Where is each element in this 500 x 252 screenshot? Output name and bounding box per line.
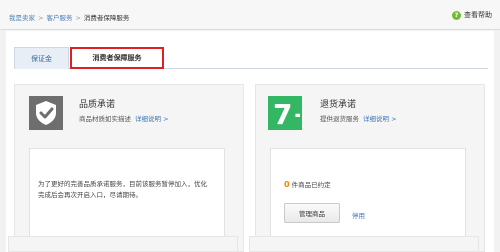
help-link[interactable]: ? 查看帮助 — [452, 10, 492, 20]
breadcrumb-separator: > — [38, 14, 44, 22]
top-bar: 我是卖家 > 客户服务 > 消费者保障服务 ? 查看帮助 — [0, 0, 500, 30]
count-suffix: 件商品已约定 — [291, 181, 331, 189]
breadcrumb-section-link[interactable]: 客户服务 — [46, 14, 72, 22]
next-panel-left — [8, 236, 238, 252]
return-title: 退货承诺 — [320, 100, 357, 110]
breadcrumb-current: 消费者保障服务 — [83, 14, 130, 22]
quality-title: 品质承诺 — [79, 100, 116, 110]
question-icon: ? — [452, 10, 461, 20]
svg-text:7+: 7+ — [273, 98, 300, 128]
return-description: 提供退货服务 详细说明 > — [320, 113, 397, 123]
manage-goods-button[interactable]: 管理商品 — [284, 203, 340, 223]
return-desc-text: 提供退货服务 — [320, 115, 359, 123]
next-panels-row — [8, 236, 482, 252]
quality-description: 商品材质如实描述 详细说明 > — [79, 113, 169, 123]
quality-notice: 为了更好的完善品质承诺服务，目前该服务暂停加入，优化完成后会再次开启入口，尽请期… — [38, 180, 207, 199]
agreed-goods-count: 0 件商品已约定 — [284, 179, 331, 189]
disable-link[interactable]: 停用 — [352, 210, 365, 220]
return-detail-link[interactable]: 详细说明 > — [363, 115, 397, 123]
tab-bar: 保证金 消费者保障服务 — [14, 47, 488, 69]
breadcrumb-separator: > — [75, 14, 81, 22]
shield-check-icon — [29, 96, 63, 130]
quality-detail-link[interactable]: 详细说明 > — [135, 115, 169, 123]
next-panel-right — [249, 236, 479, 252]
breadcrumb: 我是卖家 > 客户服务 > 消费者保障服务 — [9, 12, 129, 22]
tab-deposit[interactable]: 保证金 — [14, 47, 69, 69]
seven-day-return-icon: 7+ — [268, 96, 302, 130]
tab-consumer-protection[interactable]: 消费者保障服务 — [70, 47, 164, 69]
breadcrumb-home-link[interactable]: 我是卖家 — [9, 14, 35, 22]
help-label: 查看帮助 — [464, 11, 492, 19]
quality-desc-text: 商品材质如实描述 — [79, 115, 131, 123]
main-content: 保证金 消费者保障服务 品质承诺 商品材质如实描述 详细说明 > 为了更好的完善品… — [6, 31, 494, 252]
count-value: 0 — [284, 180, 290, 189]
return-promise-panel: 7+ 退货承诺 提供退货服务详细说明 > 0件商品已约定 管理商品 停用 — [255, 84, 485, 252]
quality-promise-panel: 品质承诺 商品材质如实描述 详细说明 > 为了更好的完善品质承诺服务，目前该服务暂… — [14, 84, 244, 252]
